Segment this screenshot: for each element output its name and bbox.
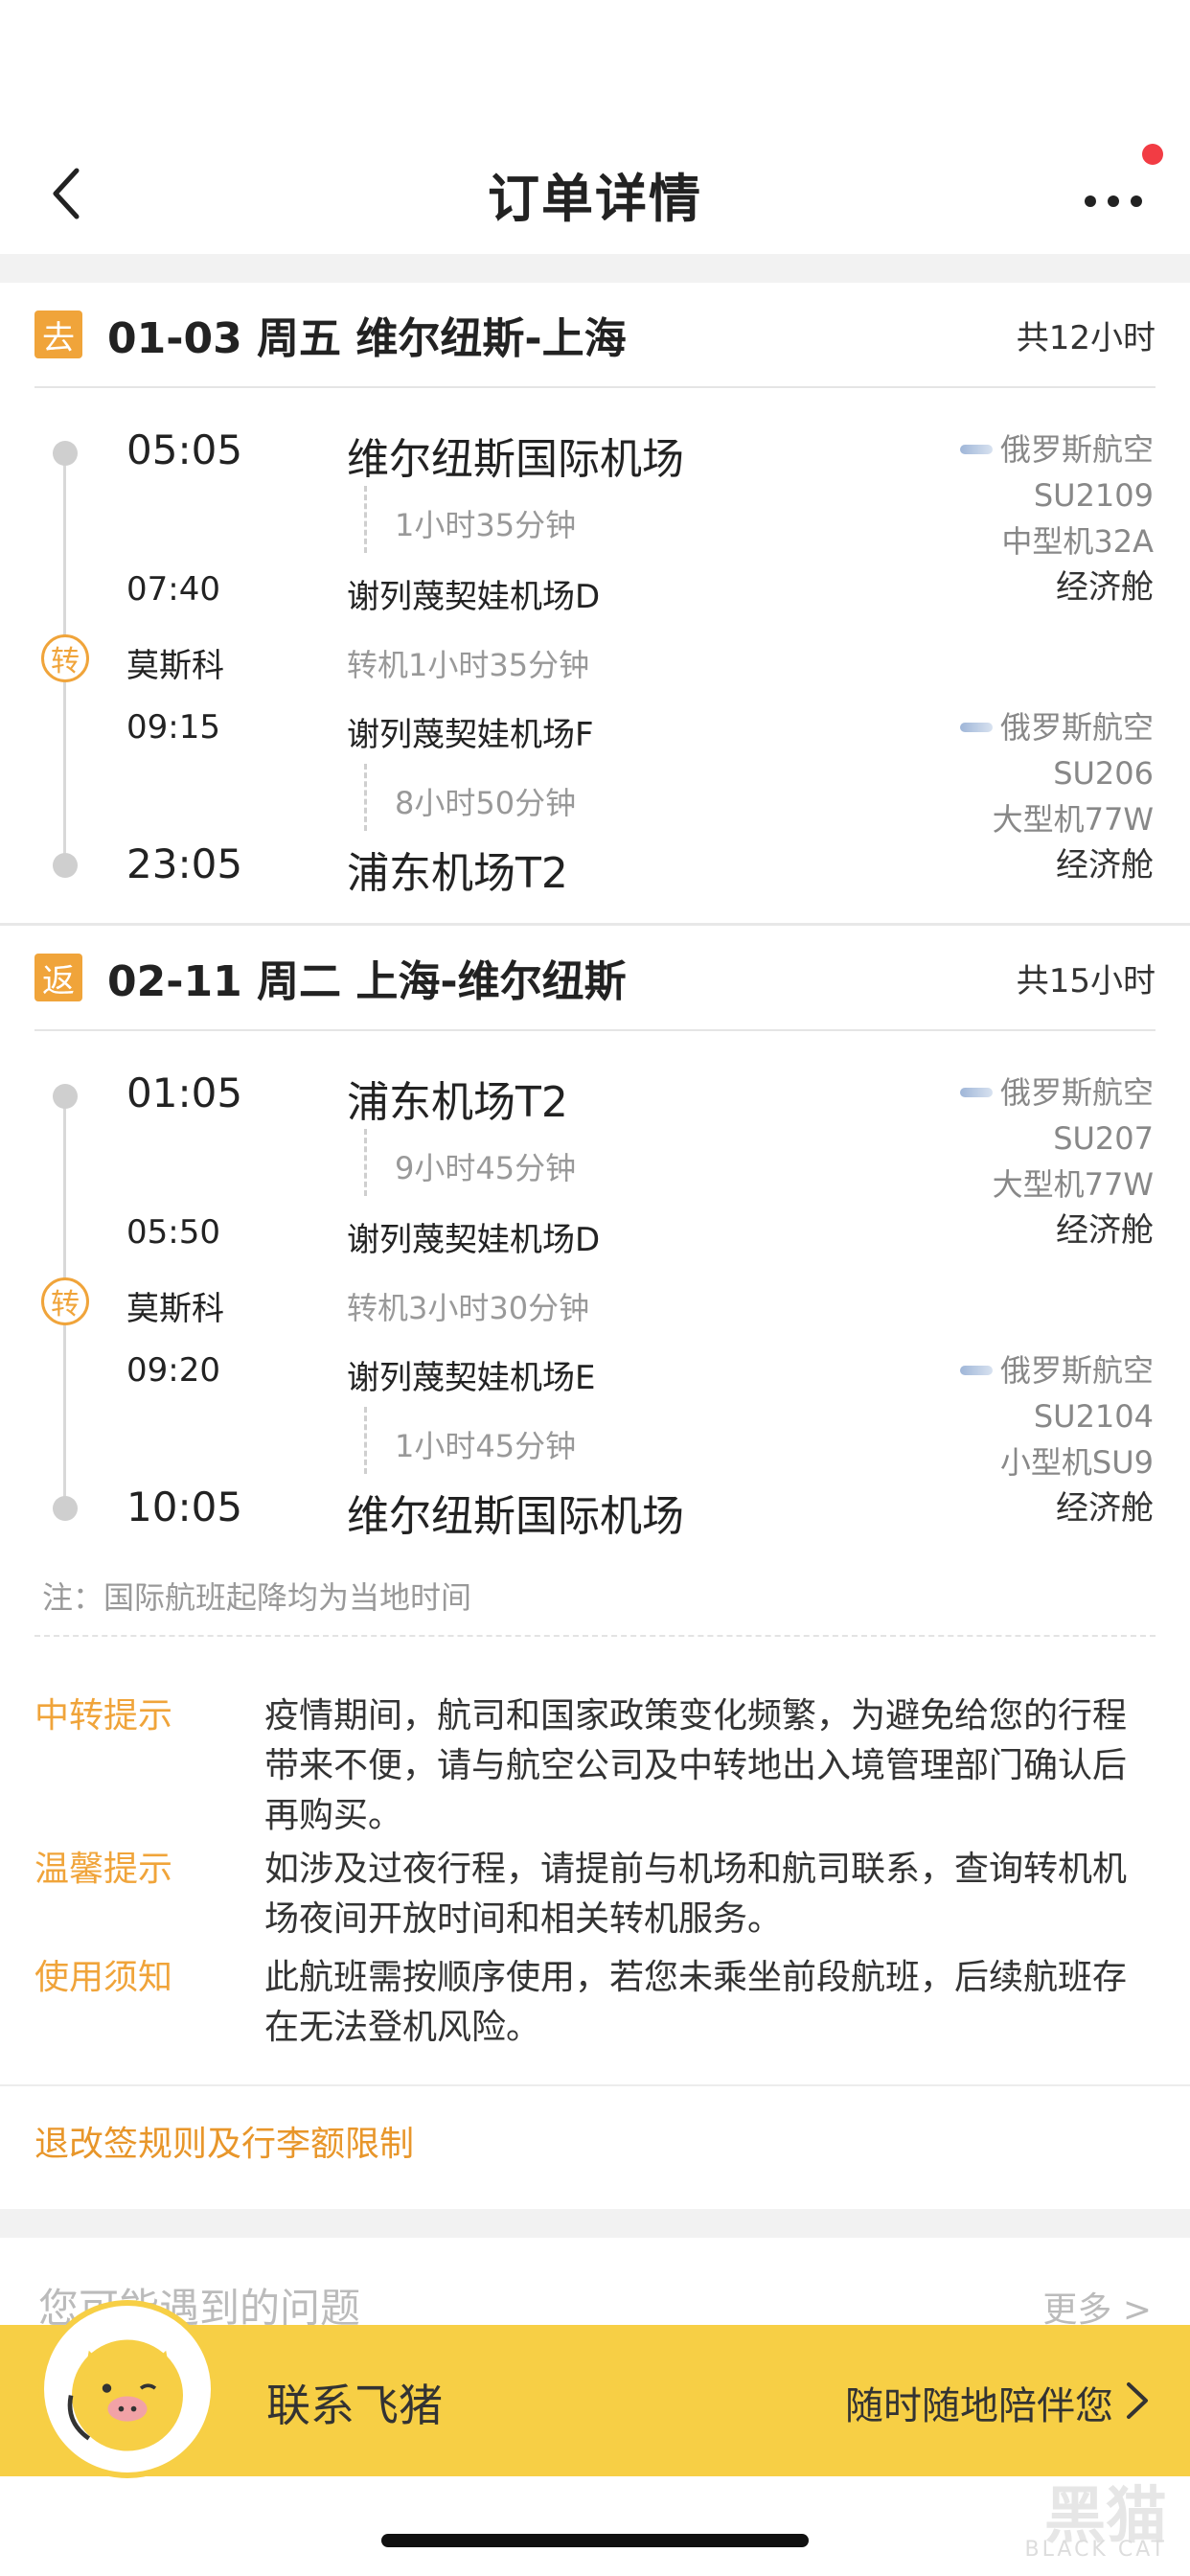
leg-dash <box>364 764 367 831</box>
leg1-flight-number: SU207 <box>1053 1120 1154 1157</box>
outbound-title: 01-03 周五 维尔纽斯-上海 <box>107 314 627 363</box>
return-trip[interactable]: 返 02-11 周二 上海-维尔纽斯 共15小时 转 01:05 浦东机场T2 … <box>0 926 1190 1568</box>
departure-dot <box>53 1084 78 1109</box>
arrival-time: 23:05 <box>126 840 243 887</box>
leg2-flight-info[interactable]: 俄罗斯航空 SU2104 小型机SU9 经济舱 <box>959 1347 1154 1531</box>
departure-airport: 维尔纽斯国际机场 <box>347 435 684 484</box>
departure-airport: 浦东机场T2 <box>347 1078 568 1127</box>
leg1-aircraft: 中型机32A <box>1001 523 1154 560</box>
tip-label: 温馨提示 <box>34 1850 173 1889</box>
local-time-note: 注：国际航班起降均为当地时间 <box>42 1579 472 1616</box>
section-gap <box>0 2209 1190 2238</box>
fliggy-mascot-icon <box>38 2300 217 2478</box>
tip-text: 如涉及过夜行程，请提前与机场和航司联系，查询转机机场夜间开放时间和相关转机服务。 <box>264 1850 1128 1939</box>
tip-text: 此航班需按顺序使用，若您未乘坐前段航班，后续航班存在无法登机风险。 <box>264 1958 1128 2047</box>
arrival-time: 10:05 <box>126 1484 243 1530</box>
tip-label: 使用须知 <box>34 1958 173 1997</box>
leg2-airline: 俄罗斯航空 <box>999 1352 1154 1389</box>
section-gap <box>0 254 1190 283</box>
departure-dot <box>53 441 78 466</box>
leg-dash <box>364 486 367 553</box>
more-icon[interactable] <box>1075 163 1152 224</box>
leg-dash <box>364 1129 367 1196</box>
arrival-dot <box>53 1496 78 1521</box>
departure2-airport: 谢列蔑契娃机场F <box>347 716 594 754</box>
departure-time: 01:05 <box>126 1070 243 1116</box>
refund-rules-link[interactable]: 退改签规则及行李额限制 <box>34 2116 414 2166</box>
leg1-airline: 俄罗斯航空 <box>999 1074 1154 1111</box>
outbound-total-duration: 共12小时 <box>1016 318 1156 357</box>
contact-subtitle: 随时随地陪伴您 <box>845 2384 1113 2428</box>
notification-dot <box>1142 144 1163 165</box>
tip-transfer: 中转提示 疫情期间，航司和国家政策变化频繁，为避免给您的行程带来不便，请与航空公… <box>34 1691 1152 1841</box>
departure2-airport: 谢列蔑契娃机场E <box>347 1359 596 1397</box>
arrival-dot <box>53 853 78 878</box>
tip-usage: 使用须知 此航班需按顺序使用，若您未乘坐前段航班，后续航班存在无法登机风险。 <box>34 1953 1152 2053</box>
home-indicator[interactable] <box>381 2534 809 2547</box>
leg-dash <box>364 1407 367 1474</box>
transfer-city: 莫斯科 <box>126 1290 224 1328</box>
leg1-duration: 9小时45分钟 <box>395 1150 577 1186</box>
leg2-airline: 俄罗斯航空 <box>999 709 1154 746</box>
arrival-airport: 浦东机场T2 <box>347 849 568 898</box>
airline-logo-icon <box>959 723 993 732</box>
chevron-right-icon[interactable] <box>1117 2377 1156 2425</box>
transfer-city: 莫斯科 <box>126 647 224 685</box>
tip-text: 疫情期间，航司和国家政策变化频繁，为避免给您的行程带来不便，请与航空公司及中转地… <box>264 1696 1128 1835</box>
tip-reminder: 温馨提示 如涉及过夜行程，请提前与机场和航司联系，查询转机机场夜间开放时间和相关… <box>34 1845 1152 1944</box>
transfer-icon: 转 <box>41 634 89 682</box>
departure2-time: 09:15 <box>126 708 220 747</box>
leg2-aircraft: 小型机SU9 <box>999 1444 1154 1481</box>
leg2-flight-number: SU2104 <box>1033 1398 1154 1435</box>
leg2-flight-info[interactable]: 俄罗斯航空 SU206 大型机77W 经济舱 <box>959 704 1154 888</box>
leg1-cabin: 经济舱 <box>1056 1211 1154 1250</box>
arrival1-time: 05:50 <box>126 1213 220 1252</box>
arrival-airport: 维尔纽斯国际机场 <box>347 1492 684 1541</box>
arrival1-airport: 谢列蔑契娃机场D <box>347 1221 601 1259</box>
airline-logo-icon <box>959 1088 993 1097</box>
transfer-duration: 转机1小时35分钟 <box>347 647 590 683</box>
departure2-time: 09:20 <box>126 1351 220 1390</box>
arrival1-airport: 谢列蔑契娃机场D <box>347 578 601 616</box>
leg1-aircraft: 大型机77W <box>992 1166 1154 1203</box>
leg1-flight-number: SU2109 <box>1033 477 1154 514</box>
leg2-duration: 8小时50分钟 <box>395 785 577 821</box>
nav-bar: 订单详情 <box>0 134 1190 254</box>
leg1-cabin: 经济舱 <box>1056 568 1154 607</box>
page-title: 订单详情 <box>488 169 702 229</box>
airline-logo-icon <box>959 445 993 454</box>
leg2-duration: 1小时45分钟 <box>395 1428 577 1464</box>
leg2-aircraft: 大型机77W <box>992 801 1154 838</box>
transfer-duration: 转机3小时30分钟 <box>347 1290 590 1326</box>
back-icon[interactable] <box>38 163 100 224</box>
tip-label: 中转提示 <box>34 1696 173 1736</box>
watermark-subtext: BLACK CAT <box>1024 2538 1167 2562</box>
divider <box>34 1635 1156 1637</box>
outbound-trip[interactable]: 去 01-03 周五 维尔纽斯-上海 共12小时 转 05:05 维尔纽斯国际机… <box>0 283 1190 925</box>
leg1-flight-info[interactable]: 俄罗斯航空 SU2109 中型机32A 经济舱 <box>959 426 1154 610</box>
outbound-header: 去 01-03 周五 维尔纽斯-上海 共12小时 <box>34 283 1156 388</box>
leg1-duration: 1小时35分钟 <box>395 507 577 543</box>
leg1-flight-info[interactable]: 俄罗斯航空 SU207 大型机77W 经济舱 <box>959 1070 1154 1254</box>
airline-logo-icon <box>959 1366 993 1375</box>
return-header: 返 02-11 周二 上海-维尔纽斯 共15小时 <box>34 926 1156 1031</box>
return-title: 02-11 周二 上海-维尔纽斯 <box>107 957 627 1006</box>
return-total-duration: 共15小时 <box>1016 961 1156 1000</box>
leg2-flight-number: SU206 <box>1053 755 1154 792</box>
divider <box>0 2084 1190 2086</box>
transfer-icon: 转 <box>41 1277 89 1325</box>
leg2-cabin: 经济舱 <box>1056 1489 1154 1528</box>
return-badge: 返 <box>34 954 82 1001</box>
arrival1-time: 07:40 <box>126 570 220 609</box>
departure-time: 05:05 <box>126 426 243 473</box>
status-bar <box>0 0 1190 134</box>
leg1-airline: 俄罗斯航空 <box>999 431 1154 468</box>
outbound-badge: 去 <box>34 310 82 358</box>
contact-label[interactable]: 联系飞猪 <box>266 2371 443 2434</box>
leg2-cabin: 经济舱 <box>1056 846 1154 885</box>
